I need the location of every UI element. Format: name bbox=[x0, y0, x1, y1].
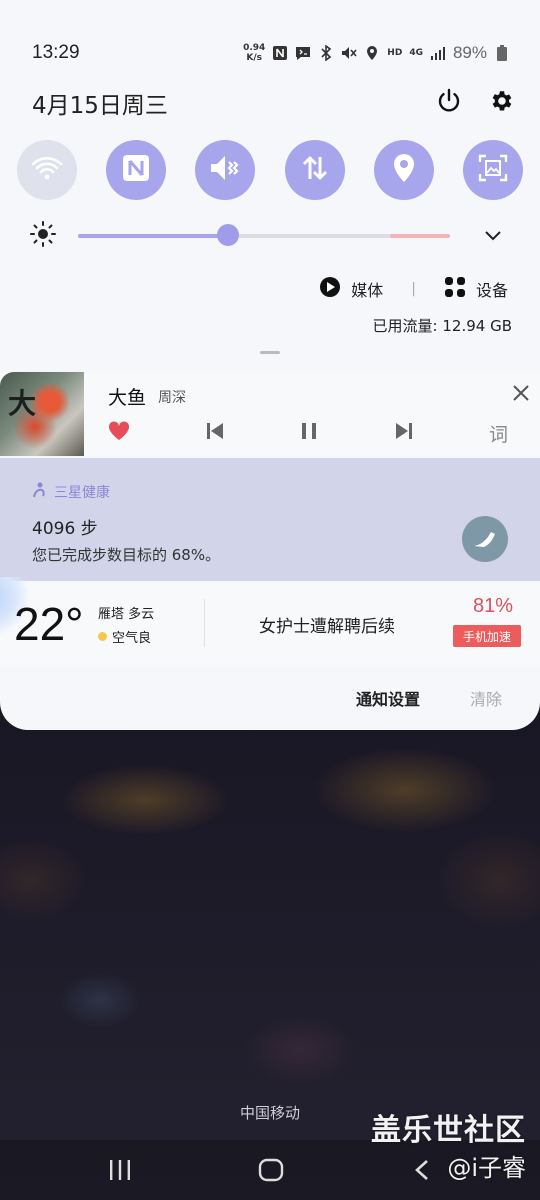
brightness-row bbox=[30, 221, 502, 251]
music-controls: 词 bbox=[108, 420, 508, 446]
media-devices-row: 媒体 | 设备 bbox=[319, 276, 508, 302]
battery-icon bbox=[494, 45, 510, 61]
mute-icon bbox=[209, 153, 241, 187]
screen-capture-icon bbox=[477, 153, 509, 187]
date-label: 4月15日周三 bbox=[32, 93, 168, 119]
media-button[interactable]: 媒体 bbox=[351, 277, 383, 301]
date-row: 4月15日周三 bbox=[32, 86, 514, 120]
close-icon[interactable] bbox=[512, 384, 530, 406]
nfc-icon bbox=[121, 153, 151, 187]
tile-location[interactable] bbox=[373, 140, 434, 200]
data-usage-label: 已用流量: 12.94 GB bbox=[372, 317, 512, 335]
header-actions bbox=[436, 88, 514, 118]
brightness-slider-knob[interactable] bbox=[217, 224, 239, 246]
battery-percent: 89% bbox=[452, 43, 487, 62]
power-icon[interactable] bbox=[436, 88, 462, 118]
city-condition: 雁塔 多云 bbox=[98, 607, 155, 622]
music-notification[interactable]: 大 大鱼 周深 词 bbox=[0, 372, 540, 456]
tile-sound[interactable] bbox=[195, 140, 256, 200]
location-icon bbox=[364, 45, 380, 61]
next-icon[interactable] bbox=[395, 422, 413, 444]
shoe-icon[interactable] bbox=[462, 516, 508, 562]
clear-button[interactable]: 清除 bbox=[470, 686, 502, 710]
gear-icon[interactable] bbox=[488, 88, 514, 118]
boost-percent: 81% bbox=[472, 595, 513, 617]
heart-icon[interactable] bbox=[108, 421, 130, 445]
news-headline[interactable]: 女护士遭解聘后续 bbox=[259, 612, 395, 637]
health-app-icon bbox=[32, 482, 46, 502]
health-app-header: 三星健康 bbox=[32, 482, 110, 502]
notification-panel: 13:29 0.94 K/s HD 4G 89% 4月15日周三 媒体 | 设备… bbox=[0, 0, 540, 730]
air-quality-dot-icon bbox=[98, 632, 107, 641]
chevron-down-icon[interactable] bbox=[484, 227, 502, 246]
pause-icon[interactable] bbox=[300, 422, 318, 444]
drag-handle[interactable] bbox=[260, 351, 280, 354]
temperature: 22° bbox=[14, 598, 84, 650]
status-bar: 13:29 0.94 K/s HD 4G 89% bbox=[32, 40, 510, 66]
health-progress-text: 您已完成步数目标的 68%。 bbox=[32, 546, 221, 564]
signal-icon bbox=[430, 45, 446, 61]
brightness-slider[interactable] bbox=[78, 224, 450, 246]
tile-wifi[interactable] bbox=[17, 140, 77, 200]
previous-icon[interactable] bbox=[206, 422, 224, 444]
media-separator: | bbox=[411, 281, 416, 297]
message-icon bbox=[295, 45, 311, 61]
recents-icon[interactable] bbox=[108, 1159, 132, 1185]
weather-divider bbox=[204, 599, 205, 647]
watermark-author: @i子睿 bbox=[447, 1154, 526, 1182]
home-icon[interactable] bbox=[258, 1158, 284, 1186]
devices-grid-icon[interactable] bbox=[444, 276, 466, 302]
song-artist: 周深 bbox=[158, 390, 186, 406]
wifi-icon bbox=[31, 154, 63, 186]
weather-news-notification[interactable]: 22° 雁塔 多云 空气良 女护士遭解聘后续 81% 手机加速 bbox=[0, 577, 540, 665]
status-icons: 0.94 K/s HD 4G 89% bbox=[243, 43, 510, 63]
quick-settings-tiles bbox=[17, 140, 523, 200]
health-notification[interactable]: 三星健康 4096 步 您已完成步数目标的 68%。 bbox=[0, 458, 540, 581]
network-gen: 4G bbox=[409, 48, 423, 58]
tile-mobile-data[interactable] bbox=[284, 140, 345, 200]
album-art: 大 bbox=[0, 372, 84, 456]
tile-screenshot[interactable] bbox=[462, 140, 523, 200]
health-steps: 4096 步 bbox=[32, 519, 98, 539]
tile-nfc[interactable] bbox=[106, 140, 167, 200]
watermark-title: 盖乐世社区 bbox=[371, 1113, 526, 1148]
net-speed-unit: K/s bbox=[246, 53, 262, 63]
net-speed: 0.94 K/s bbox=[243, 43, 265, 63]
play-circle-icon[interactable] bbox=[319, 276, 341, 302]
boost-button[interactable]: 手机加速 bbox=[453, 625, 521, 647]
bluetooth-icon bbox=[318, 45, 334, 61]
data-arrows-icon bbox=[300, 153, 330, 187]
network-hd: HD bbox=[387, 48, 403, 58]
location-icon bbox=[391, 152, 417, 188]
air-quality: 空气良 bbox=[98, 627, 151, 646]
status-time: 13:29 bbox=[32, 42, 80, 63]
back-icon[interactable] bbox=[414, 1159, 430, 1185]
album-art-glyph: 大 bbox=[8, 387, 37, 420]
air-quality-label: 空气良 bbox=[112, 631, 152, 646]
sun-icon bbox=[30, 221, 56, 251]
notification-actions: 通知设置 清除 bbox=[356, 686, 502, 710]
mute-icon bbox=[341, 45, 357, 61]
net-speed-value: 0.94 bbox=[243, 43, 266, 53]
health-app-name: 三星健康 bbox=[54, 485, 110, 501]
nfc-icon bbox=[272, 45, 288, 61]
devices-button[interactable]: 设备 bbox=[476, 277, 508, 301]
lyrics-button[interactable]: 词 bbox=[489, 420, 508, 447]
notification-settings-button[interactable]: 通知设置 bbox=[356, 686, 420, 710]
song-title: 大鱼 bbox=[108, 387, 147, 409]
